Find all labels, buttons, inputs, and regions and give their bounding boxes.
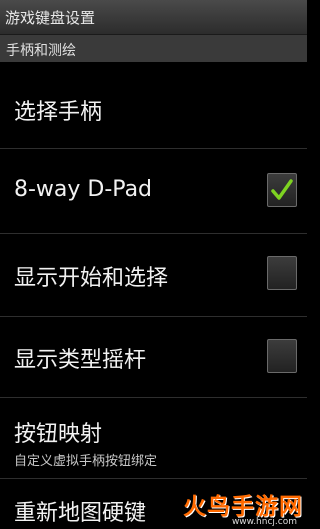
title-bar: 游戏键盘设置	[0, 0, 307, 35]
checkmark-icon	[271, 179, 293, 200]
pref-show-start-select[interactable]: 显示开始和选择	[0, 234, 307, 316]
pref-remap-hard-keys-label: 重新地图硬键	[14, 501, 147, 526]
pref-8way-dpad-label: 8-way D-Pad	[14, 177, 153, 202]
dpad-checkbox[interactable]	[267, 173, 297, 207]
site-watermark: 火鸟手游网 www.hncj.com	[183, 487, 303, 527]
pref-select-controller-label: 选择手柄	[14, 100, 103, 125]
stick-type-checkbox[interactable]	[267, 339, 297, 373]
pref-button-mapping-label: 按钮映射	[14, 422, 103, 447]
watermark-url: www.hncj.com	[231, 517, 297, 527]
pref-show-start-select-label: 显示开始和选择	[14, 266, 169, 291]
section-title: 手柄和测绘	[6, 43, 76, 59]
pref-button-mapping[interactable]: 按钮映射 自定义虚拟手柄按钮绑定	[0, 398, 307, 478]
settings-screen: 游戏键盘设置 手柄和测绘 选择手柄 8-way D-Pad 显示开始和选择 显示…	[0, 0, 307, 529]
start-select-checkbox[interactable]	[267, 256, 297, 290]
window-title: 游戏键盘设置	[5, 9, 96, 27]
pref-8way-dpad[interactable]: 8-way D-Pad	[0, 149, 307, 233]
pref-button-mapping-summary: 自定义虚拟手柄按钮绑定	[14, 454, 158, 469]
section-header: 手柄和测绘	[0, 35, 307, 62]
pref-show-stick-type-label: 显示类型摇杆	[14, 348, 147, 373]
watermark-logo: 火鸟手游网	[183, 494, 303, 520]
pref-show-stick-type[interactable]: 显示类型摇杆	[0, 317, 307, 397]
pref-select-controller[interactable]: 选择手柄	[0, 62, 307, 148]
